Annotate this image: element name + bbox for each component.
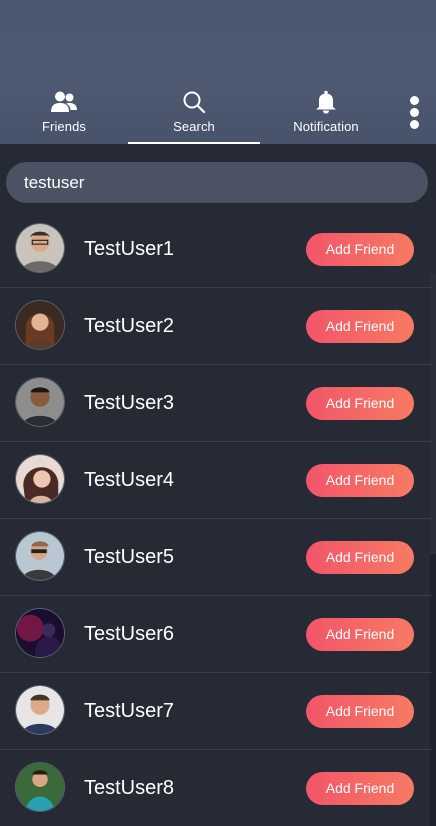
tab-bar: Friends Search Notification bbox=[0, 84, 392, 144]
list-item: TestUser8 Add Friend bbox=[0, 750, 432, 826]
dot-icon bbox=[409, 96, 419, 105]
user-name: TestUser5 bbox=[84, 545, 175, 568]
tab-search[interactable]: Search bbox=[128, 84, 260, 144]
dot-icon bbox=[409, 120, 419, 129]
search-icon bbox=[179, 88, 209, 116]
add-friend-button[interactable]: Add Friend bbox=[306, 540, 414, 574]
avatar[interactable] bbox=[15, 454, 65, 504]
bell-icon bbox=[311, 88, 341, 116]
list-item: TestUser5 Add Friend bbox=[0, 519, 432, 596]
user-name: TestUser2 bbox=[84, 314, 175, 337]
user-name: TestUser6 bbox=[84, 622, 175, 645]
avatar[interactable] bbox=[15, 608, 65, 658]
avatar[interactable] bbox=[15, 223, 65, 273]
tab-notification[interactable]: Notification bbox=[260, 84, 392, 144]
list-item: TestUser1 Add Friend bbox=[0, 211, 432, 288]
avatar[interactable] bbox=[15, 531, 65, 581]
avatar[interactable] bbox=[15, 685, 65, 735]
user-name: TestUser1 bbox=[84, 237, 175, 260]
add-friend-button[interactable]: Add Friend bbox=[306, 463, 414, 497]
add-friend-button[interactable]: Add Friend bbox=[306, 309, 414, 343]
list-item: TestUser7 Add Friend bbox=[0, 673, 432, 750]
tab-label: Search bbox=[173, 119, 215, 134]
add-friend-button[interactable]: Add Friend bbox=[306, 694, 414, 728]
add-friend-button[interactable]: Add Friend bbox=[306, 771, 414, 805]
people-icon bbox=[49, 88, 79, 116]
app-header: Friends Search Notification bbox=[0, 0, 436, 144]
search-bar bbox=[6, 162, 428, 203]
avatar[interactable] bbox=[15, 300, 65, 350]
user-name: TestUser4 bbox=[84, 468, 175, 491]
user-name: TestUser7 bbox=[84, 699, 175, 722]
avatar[interactable] bbox=[15, 762, 65, 812]
user-list: TestUser1 Add Friend TestUser2 Add Frien… bbox=[0, 211, 436, 826]
list-item: TestUser4 Add Friend bbox=[0, 442, 432, 519]
search-input[interactable] bbox=[6, 162, 428, 203]
avatar[interactable] bbox=[15, 377, 65, 427]
more-menu-button[interactable] bbox=[400, 94, 428, 134]
add-friend-button[interactable]: Add Friend bbox=[306, 617, 414, 651]
add-friend-button[interactable]: Add Friend bbox=[306, 232, 414, 266]
list-item: TestUser3 Add Friend bbox=[0, 365, 432, 442]
add-friend-button[interactable]: Add Friend bbox=[306, 386, 414, 420]
dot-icon bbox=[409, 108, 419, 117]
list-item: TestUser2 Add Friend bbox=[0, 288, 432, 365]
user-name: TestUser3 bbox=[84, 391, 175, 414]
tab-label: Notification bbox=[293, 119, 359, 134]
tab-label: Friends bbox=[41, 119, 87, 134]
user-name: TestUser8 bbox=[84, 776, 175, 799]
list-item: TestUser6 Add Friend bbox=[0, 596, 432, 673]
tab-friends[interactable]: Friends bbox=[0, 84, 128, 144]
